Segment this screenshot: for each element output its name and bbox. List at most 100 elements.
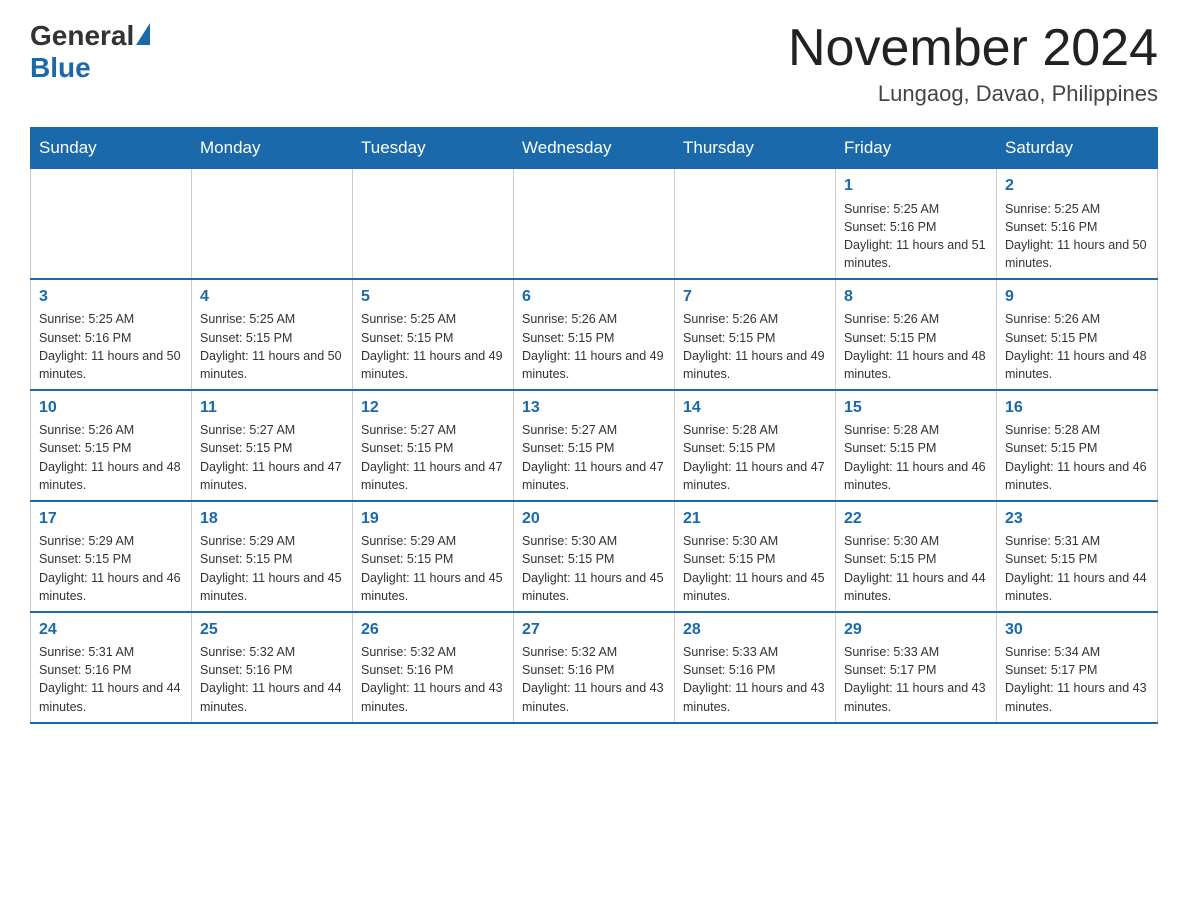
calendar-cell: 3Sunrise: 5:25 AMSunset: 5:16 PMDaylight… — [31, 279, 192, 390]
day-info: Sunrise: 5:32 AMSunset: 5:16 PMDaylight:… — [200, 643, 344, 716]
calendar-week-row: 3Sunrise: 5:25 AMSunset: 5:16 PMDaylight… — [31, 279, 1158, 390]
weekday-header-sunday: Sunday — [31, 128, 192, 169]
calendar-cell: 17Sunrise: 5:29 AMSunset: 5:15 PMDayligh… — [31, 501, 192, 612]
day-info: Sunrise: 5:31 AMSunset: 5:15 PMDaylight:… — [1005, 532, 1149, 605]
day-info: Sunrise: 5:29 AMSunset: 5:15 PMDaylight:… — [39, 532, 183, 605]
day-number: 8 — [844, 286, 988, 308]
calendar-cell — [675, 169, 836, 279]
calendar-cell: 23Sunrise: 5:31 AMSunset: 5:15 PMDayligh… — [997, 501, 1158, 612]
day-info: Sunrise: 5:29 AMSunset: 5:15 PMDaylight:… — [200, 532, 344, 605]
day-number: 22 — [844, 508, 988, 530]
day-number: 26 — [361, 619, 505, 641]
day-number: 28 — [683, 619, 827, 641]
calendar-cell: 22Sunrise: 5:30 AMSunset: 5:15 PMDayligh… — [836, 501, 997, 612]
day-info: Sunrise: 5:28 AMSunset: 5:15 PMDaylight:… — [844, 421, 988, 494]
day-number: 27 — [522, 619, 666, 641]
logo: General Blue — [30, 20, 150, 84]
calendar-cell: 18Sunrise: 5:29 AMSunset: 5:15 PMDayligh… — [192, 501, 353, 612]
calendar-cell — [514, 169, 675, 279]
calendar-cell: 14Sunrise: 5:28 AMSunset: 5:15 PMDayligh… — [675, 390, 836, 501]
day-info: Sunrise: 5:25 AMSunset: 5:15 PMDaylight:… — [200, 310, 344, 383]
weekday-header-friday: Friday — [836, 128, 997, 169]
calendar-cell: 10Sunrise: 5:26 AMSunset: 5:15 PMDayligh… — [31, 390, 192, 501]
calendar-cell: 11Sunrise: 5:27 AMSunset: 5:15 PMDayligh… — [192, 390, 353, 501]
day-info: Sunrise: 5:26 AMSunset: 5:15 PMDaylight:… — [39, 421, 183, 494]
day-number: 5 — [361, 286, 505, 308]
day-number: 25 — [200, 619, 344, 641]
weekday-header-saturday: Saturday — [997, 128, 1158, 169]
location-text: Lungaog, Davao, Philippines — [788, 81, 1158, 107]
calendar-cell: 29Sunrise: 5:33 AMSunset: 5:17 PMDayligh… — [836, 612, 997, 723]
calendar-cell: 20Sunrise: 5:30 AMSunset: 5:15 PMDayligh… — [514, 501, 675, 612]
day-info: Sunrise: 5:28 AMSunset: 5:15 PMDaylight:… — [1005, 421, 1149, 494]
calendar-cell: 16Sunrise: 5:28 AMSunset: 5:15 PMDayligh… — [997, 390, 1158, 501]
calendar-week-row: 10Sunrise: 5:26 AMSunset: 5:15 PMDayligh… — [31, 390, 1158, 501]
calendar-cell: 15Sunrise: 5:28 AMSunset: 5:15 PMDayligh… — [836, 390, 997, 501]
day-number: 6 — [522, 286, 666, 308]
day-number: 1 — [844, 175, 988, 197]
calendar-cell — [31, 169, 192, 279]
day-number: 7 — [683, 286, 827, 308]
day-number: 2 — [1005, 175, 1149, 197]
calendar-cell: 24Sunrise: 5:31 AMSunset: 5:16 PMDayligh… — [31, 612, 192, 723]
calendar-week-row: 17Sunrise: 5:29 AMSunset: 5:15 PMDayligh… — [31, 501, 1158, 612]
day-info: Sunrise: 5:33 AMSunset: 5:16 PMDaylight:… — [683, 643, 827, 716]
logo-triangle-icon — [136, 23, 150, 45]
day-info: Sunrise: 5:25 AMSunset: 5:15 PMDaylight:… — [361, 310, 505, 383]
logo-top: General — [30, 20, 150, 52]
day-number: 17 — [39, 508, 183, 530]
logo-general-text: General — [30, 20, 134, 52]
day-number: 9 — [1005, 286, 1149, 308]
day-info: Sunrise: 5:30 AMSunset: 5:15 PMDaylight:… — [844, 532, 988, 605]
day-number: 23 — [1005, 508, 1149, 530]
day-number: 30 — [1005, 619, 1149, 641]
calendar-table: SundayMondayTuesdayWednesdayThursdayFrid… — [30, 127, 1158, 723]
calendar-cell: 4Sunrise: 5:25 AMSunset: 5:15 PMDaylight… — [192, 279, 353, 390]
day-number: 19 — [361, 508, 505, 530]
day-info: Sunrise: 5:26 AMSunset: 5:15 PMDaylight:… — [1005, 310, 1149, 383]
calendar-cell — [353, 169, 514, 279]
day-info: Sunrise: 5:26 AMSunset: 5:15 PMDaylight:… — [522, 310, 666, 383]
calendar-week-row: 1 Sunrise: 5:25 AMSunset: 5:16 PMDaylight… — [31, 169, 1158, 279]
calendar-week-row: 24Sunrise: 5:31 AMSunset: 5:16 PMDayligh… — [31, 612, 1158, 723]
day-number: 12 — [361, 397, 505, 419]
calendar-cell — [192, 169, 353, 279]
day-info: Sunrise: 5:32 AMSunset: 5:16 PMDaylight:… — [522, 643, 666, 716]
day-info: Sunrise: 5:34 AMSunset: 5:17 PMDaylight:… — [1005, 643, 1149, 716]
month-title: November 2024 — [788, 20, 1158, 77]
day-number: 14 — [683, 397, 827, 419]
day-info: Sunrise: 5:29 AMSunset: 5:15 PMDaylight:… — [361, 532, 505, 605]
calendar-cell: 5Sunrise: 5:25 AMSunset: 5:15 PMDaylight… — [353, 279, 514, 390]
calendar-body: 1 Sunrise: 5:25 AMSunset: 5:16 PMDaylight… — [31, 169, 1158, 723]
calendar-cell: 7Sunrise: 5:26 AMSunset: 5:15 PMDaylight… — [675, 279, 836, 390]
day-number: 21 — [683, 508, 827, 530]
day-info: Sunrise: 5:25 AMSunset: 5:16 PMDaylight:… — [1005, 200, 1149, 273]
weekday-header-tuesday: Tuesday — [353, 128, 514, 169]
day-number: 18 — [200, 508, 344, 530]
day-number: 16 — [1005, 397, 1149, 419]
day-info: Sunrise: 5:27 AMSunset: 5:15 PMDaylight:… — [522, 421, 666, 494]
calendar-cell: 12Sunrise: 5:27 AMSunset: 5:15 PMDayligh… — [353, 390, 514, 501]
day-info: Sunrise: 5:28 AMSunset: 5:15 PMDaylight:… — [683, 421, 827, 494]
day-number: 4 — [200, 286, 344, 308]
calendar-cell: 27Sunrise: 5:32 AMSunset: 5:16 PMDayligh… — [514, 612, 675, 723]
weekday-header-thursday: Thursday — [675, 128, 836, 169]
day-info: Sunrise: 5:30 AMSunset: 5:15 PMDaylight:… — [522, 532, 666, 605]
calendar-cell: 1 Sunrise: 5:25 AMSunset: 5:16 PMDaylight… — [836, 169, 997, 279]
day-number: 3 — [39, 286, 183, 308]
calendar-cell: 30Sunrise: 5:34 AMSunset: 5:17 PMDayligh… — [997, 612, 1158, 723]
day-info: Sunrise: 5:33 AMSunset: 5:17 PMDaylight:… — [844, 643, 988, 716]
calendar-cell: 2 Sunrise: 5:25 AMSunset: 5:16 PMDaylight… — [997, 169, 1158, 279]
day-info: Sunrise: 5:27 AMSunset: 5:15 PMDaylight:… — [200, 421, 344, 494]
calendar-cell: 9Sunrise: 5:26 AMSunset: 5:15 PMDaylight… — [997, 279, 1158, 390]
day-number: 24 — [39, 619, 183, 641]
day-info: Sunrise: 5:31 AMSunset: 5:16 PMDaylight:… — [39, 643, 183, 716]
day-info: Sunrise: 5:26 AMSunset: 5:15 PMDaylight:… — [844, 310, 988, 383]
calendar-cell: 28Sunrise: 5:33 AMSunset: 5:16 PMDayligh… — [675, 612, 836, 723]
page-header: General Blue November 2024 Lungaog, Dava… — [30, 20, 1158, 107]
day-number: 29 — [844, 619, 988, 641]
day-info: Sunrise: 5:30 AMSunset: 5:15 PMDaylight:… — [683, 532, 827, 605]
day-info: Sunrise: 5:25 AMSunset: 5:16 PMDaylight:… — [844, 200, 988, 273]
day-number: 10 — [39, 397, 183, 419]
title-section: November 2024 Lungaog, Davao, Philippine… — [788, 20, 1158, 107]
